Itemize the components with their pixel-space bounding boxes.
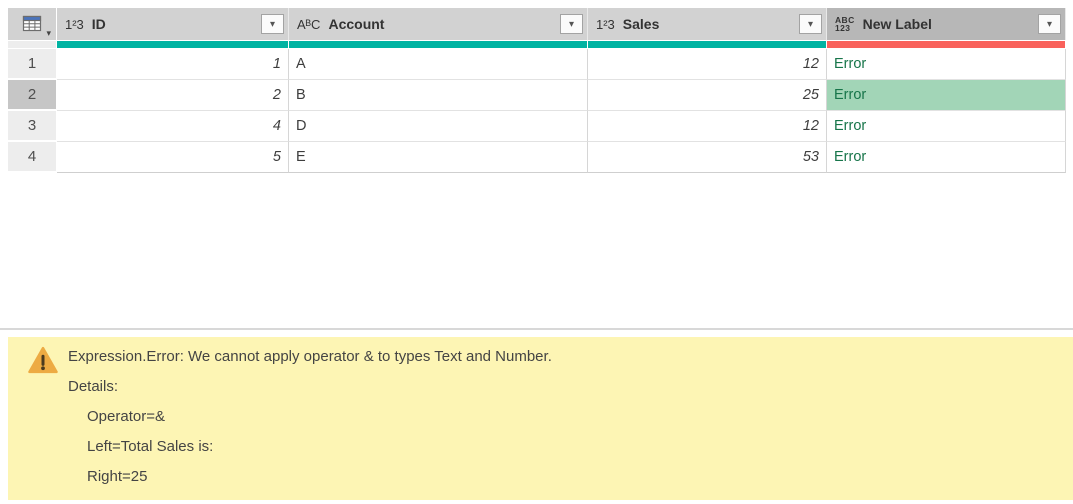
column-header-label: New Label bbox=[863, 16, 1038, 32]
error-detail-left: Left=Total Sales is: bbox=[68, 432, 552, 462]
table-row: 4 5 E 53 Error bbox=[8, 142, 1066, 173]
cell-account[interactable]: A bbox=[289, 49, 588, 80]
whole-number-type-icon: 1²3 bbox=[596, 17, 615, 32]
error-details-text: Expression.Error: We cannot apply operat… bbox=[68, 342, 552, 492]
column-header-new-label[interactable]: ABC 123 New Label ▾ bbox=[827, 8, 1066, 40]
cell-account[interactable]: E bbox=[289, 142, 588, 173]
power-query-preview: ▾ 1²3 ID ▾ AᴮC Account ▾ 1²3 Sales bbox=[0, 0, 1073, 504]
row-number[interactable]: 4 bbox=[8, 142, 56, 173]
data-preview-table: ▾ 1²3 ID ▾ AᴮC Account ▾ 1²3 Sales bbox=[8, 8, 1066, 173]
error-detail-right: Right=25 bbox=[68, 462, 552, 492]
column-header-label: Sales bbox=[623, 16, 799, 32]
warning-icon bbox=[28, 346, 58, 374]
cell-sales[interactable]: 12 bbox=[588, 49, 827, 80]
table-row: 3 4 D 12 Error bbox=[8, 111, 1066, 142]
whole-number-type-icon: 1²3 bbox=[65, 17, 84, 32]
cell-error-link[interactable]: Error bbox=[827, 111, 1066, 142]
row-number[interactable]: 3 bbox=[8, 111, 56, 142]
chevron-down-icon: ▾ bbox=[270, 19, 275, 30]
quality-bar-id bbox=[57, 41, 289, 48]
cell-account[interactable]: B bbox=[289, 80, 588, 111]
error-detail-operator: Operator=& bbox=[68, 402, 552, 432]
row-number[interactable]: 2 bbox=[8, 80, 56, 111]
quality-bar-new-label bbox=[827, 41, 1066, 48]
error-message: Expression.Error: We cannot apply operat… bbox=[68, 342, 552, 372]
panel-divider bbox=[0, 328, 1073, 330]
cell-error-link-selected[interactable]: Error bbox=[827, 80, 1066, 111]
chevron-down-icon: ▾ bbox=[569, 19, 574, 30]
cell-account[interactable]: D bbox=[289, 111, 588, 142]
quality-gutter bbox=[8, 41, 56, 48]
cell-id[interactable]: 1 bbox=[57, 49, 289, 80]
column-header-label: Account bbox=[328, 16, 560, 32]
column-header-label: ID bbox=[92, 16, 261, 32]
text-type-icon: AᴮC bbox=[297, 17, 320, 32]
cell-id[interactable]: 5 bbox=[57, 142, 289, 173]
row-number[interactable]: 1 bbox=[8, 49, 56, 80]
quality-bar-account bbox=[289, 41, 588, 48]
cell-id[interactable]: 4 bbox=[57, 111, 289, 142]
error-details-panel: Expression.Error: We cannot apply operat… bbox=[8, 337, 1073, 500]
any-type-icon: ABC 123 bbox=[835, 16, 855, 33]
cell-error-link[interactable]: Error bbox=[827, 142, 1066, 173]
cell-id[interactable]: 2 bbox=[57, 80, 289, 111]
column-header-id[interactable]: 1²3 ID ▾ bbox=[57, 8, 289, 40]
column-header-account[interactable]: AᴮC Account ▾ bbox=[289, 8, 588, 40]
table-select-all-button[interactable]: ▾ bbox=[8, 8, 56, 40]
filter-button-id[interactable]: ▾ bbox=[261, 14, 284, 34]
table-header-row: ▾ 1²3 ID ▾ AᴮC Account ▾ 1²3 Sales bbox=[8, 8, 1066, 40]
chevron-down-icon: ▾ bbox=[808, 19, 813, 30]
table-row: 1 1 A 12 Error bbox=[8, 49, 1066, 80]
table-row: 2 2 B 25 Error bbox=[8, 80, 1066, 111]
filter-button-account[interactable]: ▾ bbox=[560, 14, 583, 34]
cell-sales[interactable]: 25 bbox=[588, 80, 827, 111]
table-icon bbox=[22, 15, 43, 33]
filter-button-new-label[interactable]: ▾ bbox=[1038, 14, 1061, 34]
chevron-down-icon: ▾ bbox=[1047, 19, 1052, 30]
error-details-label: Details: bbox=[68, 372, 552, 402]
cell-sales[interactable]: 53 bbox=[588, 142, 827, 173]
cell-sales[interactable]: 12 bbox=[588, 111, 827, 142]
quality-bar-sales bbox=[588, 41, 827, 48]
filter-button-sales[interactable]: ▾ bbox=[799, 14, 822, 34]
column-header-sales[interactable]: 1²3 Sales ▾ bbox=[588, 8, 827, 40]
cell-error-link[interactable]: Error bbox=[827, 49, 1066, 80]
column-quality-row bbox=[8, 41, 1066, 48]
table-menu-chevron-icon: ▾ bbox=[46, 29, 51, 38]
